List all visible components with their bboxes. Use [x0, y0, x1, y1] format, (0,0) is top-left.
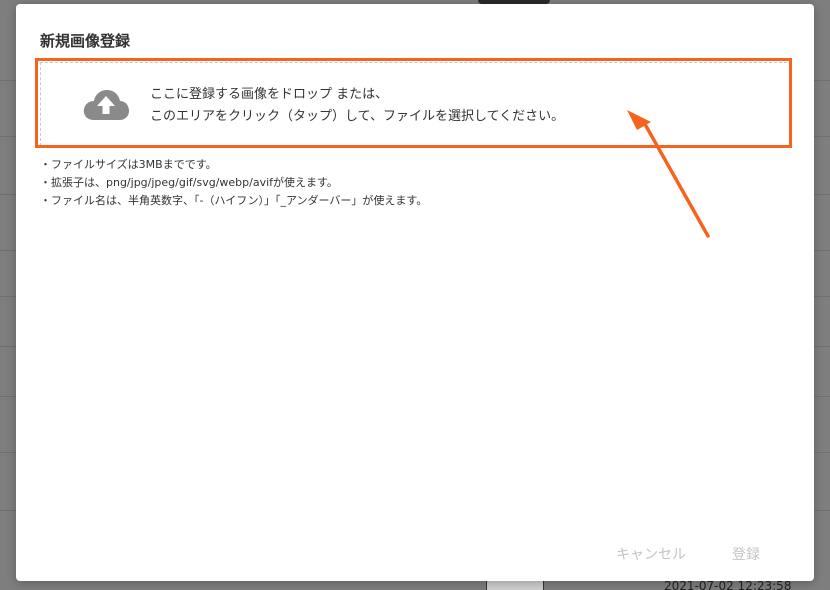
- background-divider: [0, 296, 16, 297]
- background-divider: [814, 296, 830, 297]
- background-divider: [0, 396, 16, 397]
- cancel-button[interactable]: キャンセル: [616, 544, 686, 564]
- background-divider: [0, 510, 16, 511]
- note-item: ・拡張子は、png/jpg/jpeg/gif/svg/webp/avifが使えま…: [40, 176, 338, 189]
- background-divider: [0, 250, 16, 251]
- background-divider: [814, 80, 830, 81]
- background-divider: [814, 136, 830, 137]
- note-item: ・ファイルサイズは3MBまでです。: [40, 158, 217, 171]
- image-upload-modal: 新規画像登録 ここに登録する画像をドロップ または、 このエリアをクリック（タッ…: [16, 4, 814, 581]
- background-divider: [814, 396, 830, 397]
- modal-title: 新規画像登録: [40, 32, 131, 50]
- background-divider: [814, 452, 830, 453]
- pointer-arrow-icon: [627, 110, 710, 238]
- background-divider: [0, 194, 16, 195]
- upload-notes: ・ファイルサイズは3MBまでです。 ・拡張子は、png/jpg/jpeg/gif…: [40, 156, 427, 210]
- background-thumbnail: [486, 580, 544, 590]
- background-divider: [0, 452, 16, 453]
- background-divider: [0, 80, 16, 81]
- background-divider: [814, 510, 830, 511]
- background-divider: [0, 346, 16, 347]
- background-divider: [814, 346, 830, 347]
- background-divider: [814, 250, 830, 251]
- background-timestamp: 2021-07-02 12:23:58: [664, 579, 792, 590]
- note-item: ・ファイル名は、半角英数字、「-（ハイフン）」「_アンダーバー」が使えます。: [40, 194, 428, 207]
- register-button[interactable]: 登録: [732, 544, 760, 564]
- background-divider: [0, 136, 16, 137]
- background-divider: [814, 194, 830, 195]
